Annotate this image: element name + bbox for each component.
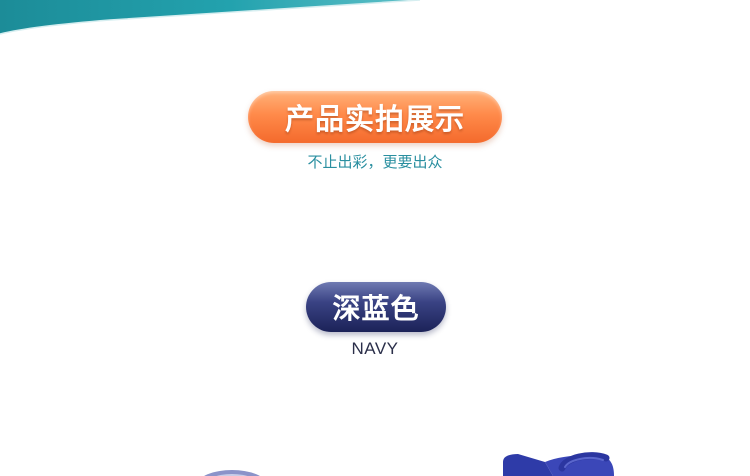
color-name-en: NAVY xyxy=(351,339,399,358)
section-title-pill: 产品实拍展示 xyxy=(248,91,502,143)
bag-top xyxy=(503,454,553,476)
section-title: 产品实拍展示 xyxy=(284,102,465,136)
top-wave-decoration xyxy=(0,0,421,35)
section-subtitle: 不止出彩，更要出众 xyxy=(307,153,443,171)
color-name-cn: 深蓝色 xyxy=(332,292,420,325)
product-photo-partial xyxy=(204,452,614,476)
color-name-pill: 深蓝色 xyxy=(306,282,446,332)
